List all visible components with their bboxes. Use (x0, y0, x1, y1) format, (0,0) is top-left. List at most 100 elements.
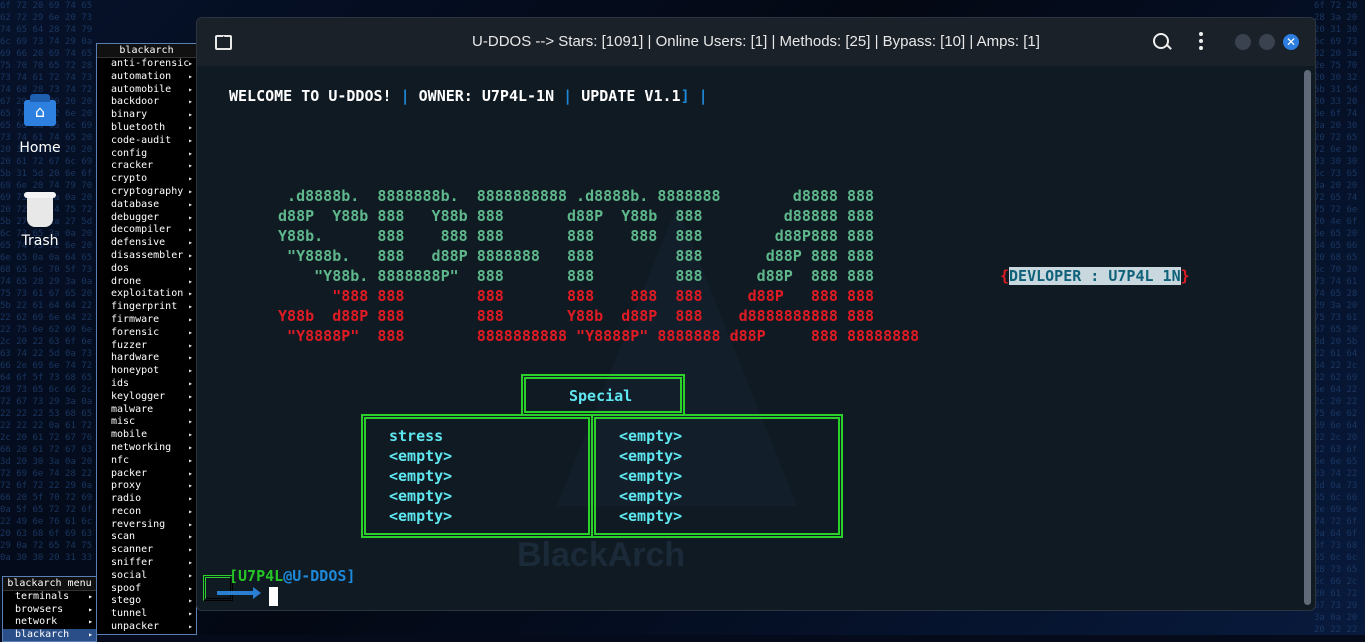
menu-item[interactable]: scan (97, 531, 196, 544)
menu-item[interactable]: mobile (97, 429, 196, 442)
banner-line: "Y888b. 888 d88P 8888888 888 888 d88P 88… (269, 247, 875, 265)
prompt-arrow-icon (217, 591, 257, 595)
menu-item[interactable]: malware (97, 404, 196, 417)
menu-item-network[interactable]: network (3, 616, 96, 629)
banner-line: "Y8888P" 888 8888888888 "Y8888P" 8888888… (269, 327, 920, 345)
desktop-icon-home[interactable]: Home (0, 94, 80, 156)
menu-item[interactable]: ids (97, 378, 196, 391)
menu-item[interactable]: code-audit (97, 135, 196, 148)
method-item: <empty> (389, 447, 453, 465)
blackarch-category-menu: blackarch anti-forensic automation autom… (96, 43, 197, 635)
close-button[interactable]: ✕ (1283, 34, 1299, 50)
menu-title: blackarch menu (3, 577, 96, 591)
menu-item[interactable]: nfc (97, 455, 196, 468)
menu-item[interactable]: sniffer (97, 557, 196, 570)
maximize-button[interactable] (1259, 34, 1275, 50)
menu-item[interactable]: drone (97, 276, 196, 289)
menu-item-browsers[interactable]: browsers (3, 604, 96, 617)
developer-credit: {DEVLOPER : U7P4L 1N} (1000, 266, 1190, 286)
welcome-tail: ] | (680, 87, 708, 105)
menu-item[interactable]: binary (97, 109, 196, 122)
menu-item[interactable]: tunnel (97, 608, 196, 621)
desktop-icon-trash[interactable]: Trash (0, 192, 80, 249)
menu-item[interactable]: backdoor (97, 96, 196, 109)
menu-item[interactable]: automobile (97, 84, 196, 97)
title-bar: U-DDOS --> Stars: [1091] | Online Users:… (197, 18, 1315, 66)
menu-item[interactable]: decompiler (97, 224, 196, 237)
window-title: U-DDOS --> Stars: [1091] | Online Users:… (472, 33, 1040, 50)
menu-item[interactable]: stego (97, 595, 196, 608)
kebab-menu-icon[interactable] (1199, 32, 1203, 53)
text-cursor[interactable] (269, 587, 278, 606)
method-item: <empty> (619, 427, 683, 445)
search-icon[interactable] (1153, 33, 1169, 49)
menu-item[interactable]: networking (97, 442, 196, 455)
menu-item[interactable]: radio (97, 493, 196, 506)
banner-line: .d8888b. 8888888b. 8888888888 .d8888b. 8… (269, 187, 875, 205)
menu-item[interactable]: keylogger (97, 391, 196, 404)
menu-item[interactable]: reversing (97, 519, 196, 532)
menu-item[interactable]: anti-forensic (97, 58, 196, 71)
terminal-output[interactable]: BlackArch WELCOME TO U-DDOS! | OWNER: U7… (197, 66, 1315, 610)
menu-title: blackarch (97, 44, 196, 58)
menu-item[interactable]: firmware (97, 314, 196, 327)
desktop-icon-label: Trash (21, 233, 59, 249)
menu-item[interactable]: spoof (97, 583, 196, 596)
brace: } (1180, 267, 1190, 285)
trash-icon (24, 192, 56, 227)
method-item: <empty> (619, 447, 683, 465)
prompt-user: U7P4L (238, 567, 284, 585)
owner-text: OWNER: U7P4L-1N (418, 87, 555, 105)
menu-item[interactable]: bluetooth (97, 122, 196, 135)
menu-item[interactable]: database (97, 199, 196, 212)
method-item: <empty> (619, 487, 683, 505)
separator: | (391, 87, 419, 105)
prompt-at: @ (283, 567, 293, 585)
menu-item[interactable]: crypto (97, 173, 196, 186)
menu-item[interactable]: honeypot (97, 365, 196, 378)
watermark-text: BlackArch (517, 536, 686, 574)
menu-item-terminals[interactable]: terminals (3, 591, 96, 604)
scrollbar[interactable] (1304, 70, 1311, 605)
menu-item[interactable]: config (97, 148, 196, 161)
menu-item[interactable]: social (97, 570, 196, 583)
menu-item[interactable]: cracker (97, 160, 196, 173)
menu-item[interactable]: defensive (97, 237, 196, 250)
developer-text: DEVLOPER : U7P4L 1N (1009, 267, 1181, 285)
welcome-line: WELCOME TO U-DDOS! | OWNER: U7P4L-1N | U… (229, 86, 708, 106)
menu-item[interactable]: hardware (97, 352, 196, 365)
banner-line: Y88b d88P 888 888 Y88b d88P 888 d8888888… (269, 307, 875, 325)
method-item: <empty> (619, 507, 683, 525)
minimize-button[interactable] (1235, 34, 1251, 50)
menu-item[interactable]: fuzzer (97, 340, 196, 353)
banner-line: Y88b. 888 888 888 888 888 888 d88P888 88… (269, 227, 875, 245)
menu-item[interactable]: exploitation (97, 288, 196, 301)
method-item: stress (389, 427, 444, 445)
home-folder-icon (24, 94, 56, 126)
special-header: Special (569, 387, 633, 405)
menu-item[interactable]: recon (97, 506, 196, 519)
menu-item[interactable]: scanner (97, 544, 196, 557)
menu-item[interactable]: forensic (97, 327, 196, 340)
method-item: <empty> (619, 467, 683, 485)
menu-item[interactable]: disassembler (97, 250, 196, 263)
method-item: <empty> (389, 487, 453, 505)
prompt: [U7P4L@U-DDOS] (229, 566, 355, 586)
method-item: <empty> (389, 507, 453, 525)
brace: { (1000, 267, 1010, 285)
menu-item[interactable]: packer (97, 468, 196, 481)
desktop-icon-label: Home (19, 140, 61, 156)
banner-line: "888 888 888 888 888 888 d88P 888 888 (269, 287, 875, 305)
menu-item[interactable]: dos (97, 263, 196, 276)
menu-item[interactable]: automation (97, 71, 196, 84)
prompt-host: U-DDOS (292, 567, 347, 585)
menu-item[interactable]: unpacker (97, 621, 196, 634)
menu-item[interactable]: misc (97, 416, 196, 429)
menu-item[interactable]: fingerprint (97, 301, 196, 314)
menu-item[interactable]: proxy (97, 480, 196, 493)
menu-item[interactable]: cryptography (97, 186, 196, 199)
menu-item[interactable]: debugger (97, 212, 196, 225)
method-item: <empty> (389, 467, 453, 485)
welcome-text: WELCOME TO U-DDOS! (229, 87, 392, 105)
banner-line: d88P Y88b 888 Y88b 888 d88P Y88b 888 d88… (269, 207, 875, 225)
